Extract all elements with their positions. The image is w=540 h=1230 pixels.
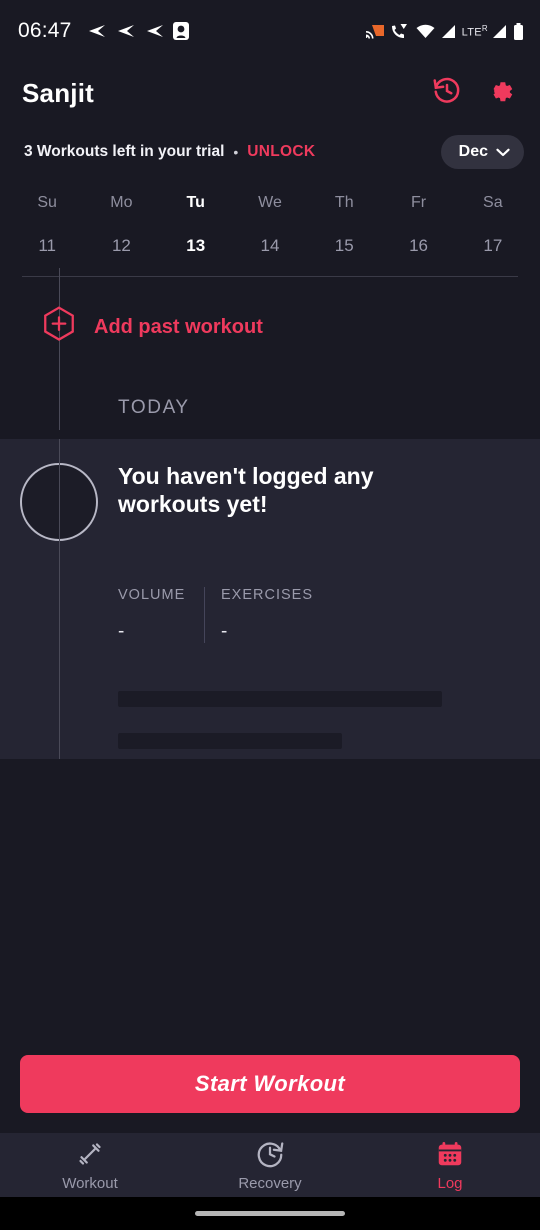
card-header: You haven't logged any workouts yet! [0,463,540,541]
date-cell[interactable]: 12 [84,220,158,268]
cast-icon [365,25,384,39]
signal-icon [493,24,506,38]
start-workout-button[interactable]: Start Workout [20,1055,520,1113]
gear-icon[interactable] [490,76,520,111]
weekday-label: Mo [110,194,133,211]
status-bar-system-icons: LTER [365,22,524,40]
send-icon [88,25,105,37]
cta-container: Start Workout [0,1055,540,1133]
unlock-button[interactable]: UNLOCK [247,143,315,161]
nav-label: Workout [62,1174,118,1192]
history-icon[interactable] [432,76,462,111]
calendar-icon [438,1141,462,1165]
bottom-navigation: Workout Recovery Log [0,1133,540,1197]
placeholder-bar [118,733,342,749]
status-bar: 06:47 LTER [0,0,540,62]
add-past-workout-label: Add past workout [94,315,263,338]
weekday-cell: Sa [456,180,530,220]
app-root: 06:47 LTER Sanjit 3 Workouts left in you… [0,0,540,1230]
date-cell-selected[interactable]: 13 [159,220,233,268]
date-label: 13 [186,236,206,255]
stat-value: - [118,621,125,642]
month-label: Dec [458,143,488,160]
stat-label: VOLUME [118,587,186,603]
placeholder-bars [118,691,540,749]
header-actions [432,76,520,111]
date-label: 17 [483,236,503,255]
nav-label: Log [437,1174,463,1192]
home-indicator[interactable] [195,1211,345,1216]
date-label: 16 [409,236,428,255]
empty-state-title: You haven't logged any workouts yet! [118,463,374,517]
stat-label: EXERCISES [221,587,313,603]
workout-stats: VOLUME - EXERCISES - [118,587,540,643]
date-row: 11 12 13 14 15 16 17 [10,220,530,268]
send-icon [146,25,163,37]
page-title: Sanjit [22,77,94,108]
date-label: 11 [38,236,56,255]
weekday-label: Th [334,194,354,211]
today-section-label: TODAY [118,397,190,418]
trial-separator: • [233,144,239,160]
nav-item-recovery[interactable]: Recovery [180,1139,360,1192]
weekday-label: Fr [410,194,427,211]
month-selector[interactable]: Dec [440,135,524,169]
status-bar-notification-icons [86,22,189,40]
stat-value: - [221,621,228,642]
battery-icon [514,22,523,40]
hexagon-plus-icon[interactable] [34,302,84,352]
nav-label: Recovery [238,1174,302,1192]
date-cell[interactable]: 11 [10,220,84,268]
date-cell[interactable]: 14 [233,220,307,268]
date-label: 15 [334,236,354,255]
app-badge-icon [172,22,189,40]
network-type-label: LTER [461,23,488,39]
nav-item-workout[interactable]: Workout [0,1139,180,1192]
weekday-cell: Fr [381,180,455,220]
week-calendar: Su Mo Tu We Th Fr Sa 11 12 13 14 15 16 1… [0,180,540,268]
date-label: 12 [111,236,131,255]
add-past-workout-row[interactable]: Add past workout [0,277,540,377]
wifi-icon [416,24,435,38]
date-cell[interactable]: 15 [307,220,381,268]
date-label: 14 [260,236,280,255]
empty-workout-card: You haven't logged any workouts yet! VOL… [0,439,540,759]
app-header: Sanjit [0,62,540,124]
signal-icon [441,24,455,38]
dumbbell-icon [79,1142,101,1165]
placeholder-bar [118,691,442,707]
weekday-label-selected: Tu [186,194,205,211]
status-bar-clock: 06:47 [18,19,72,42]
trial-banner: 3 Workouts left in your trial • UNLOCK D… [0,124,540,180]
timeline-section: Add past workout TODAY [0,268,540,439]
call-wifi-icon [391,24,407,38]
clock-refresh-icon [257,1141,284,1167]
stat-divider [204,587,205,643]
stat-volume: VOLUME - [118,587,204,643]
send-icon [117,25,134,37]
weekday-label: Su [37,194,57,211]
weekday-cell: Th [307,180,381,220]
weekday-label: Sa [483,194,503,211]
timeline-line [59,439,60,759]
nav-item-log[interactable]: Log [360,1139,540,1192]
stat-exercises: EXERCISES - [221,587,313,643]
date-cell[interactable]: 17 [456,220,530,268]
gesture-area [0,1197,540,1230]
weekday-cell: Su [10,180,84,220]
chevron-down-icon [496,148,510,156]
weekday-cell: Tu [159,180,233,220]
weekday-header-row: Su Mo Tu We Th Fr Sa [10,180,530,220]
weekday-cell: Mo [84,180,158,220]
trial-message: 3 Workouts left in your trial [24,143,225,160]
date-cell[interactable]: 16 [381,220,455,268]
weekday-cell: We [233,180,307,220]
weekday-label: We [258,194,282,211]
